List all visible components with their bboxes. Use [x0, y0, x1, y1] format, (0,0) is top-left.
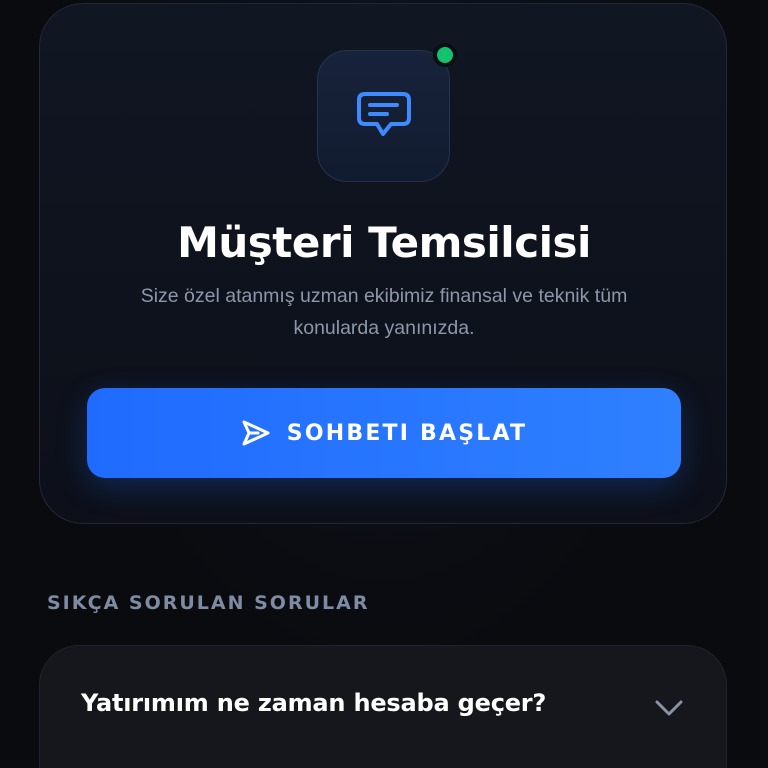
support-screen: Müşteri Temsilcisi Size özel atanmış uzm… — [0, 0, 768, 768]
start-chat-button[interactable]: SOHBETI BAŞLAT — [87, 388, 681, 478]
send-icon — [242, 420, 270, 446]
faq-item[interactable]: Yatırımım ne zaman hesaba geçer? — [39, 645, 727, 768]
faq-question: Yatırımım ne zaman hesaba geçer? — [81, 689, 547, 717]
faq-heading: SIKÇA SORULAN SORULAR — [47, 592, 370, 614]
card-description: Size özel atanmış uzman ekibimiz finansa… — [140, 285, 628, 339]
chevron-down-icon[interactable] — [654, 698, 684, 718]
online-status-indicator — [433, 43, 457, 67]
support-icon-tile — [317, 50, 450, 182]
start-chat-label: SOHBETI BAŞLAT — [286, 420, 528, 446]
chat-bubble-icon — [356, 92, 411, 136]
card-title: Müşteri Temsilcisi — [177, 218, 591, 267]
